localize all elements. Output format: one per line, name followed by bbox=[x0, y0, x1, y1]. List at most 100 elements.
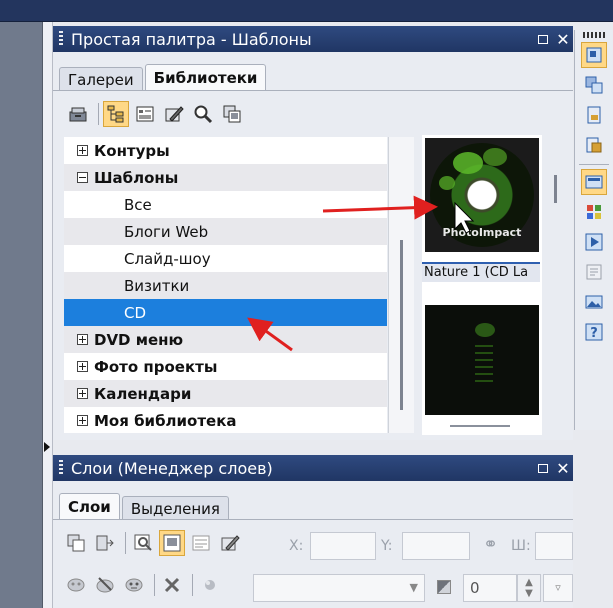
mask-icon[interactable] bbox=[63, 572, 89, 598]
tab-libraries[interactable]: Библиотеки bbox=[144, 64, 267, 91]
tree-scrollbar[interactable] bbox=[388, 137, 414, 433]
collapse-icon[interactable] bbox=[77, 172, 88, 183]
maximize-button[interactable] bbox=[533, 458, 553, 478]
expand-icon[interactable] bbox=[77, 145, 88, 156]
template-thumbnail-label[interactable]: Nature 1 (CD La bbox=[422, 262, 540, 282]
tab-layers[interactable]: Слои bbox=[59, 493, 120, 520]
expand-icon[interactable] bbox=[77, 388, 88, 399]
template-thumbnail[interactable]: PhotoImpact bbox=[425, 138, 539, 252]
tree-item-my-library[interactable]: Моя библиотека bbox=[64, 407, 387, 434]
cd-disc-image-2 bbox=[425, 305, 539, 415]
mask-view-icon[interactable] bbox=[121, 572, 147, 598]
search-icon[interactable] bbox=[190, 101, 216, 127]
expand-icon[interactable] bbox=[77, 361, 88, 372]
notes-icon[interactable] bbox=[581, 259, 607, 285]
blend-mode-select[interactable]: ▼ bbox=[253, 574, 425, 602]
tree-item-label: Моя библиотека bbox=[94, 411, 237, 430]
palette-toolbar bbox=[65, 101, 248, 127]
mask-edit-icon[interactable] bbox=[92, 572, 118, 598]
edit-icon[interactable] bbox=[161, 101, 187, 127]
layers-toolbar bbox=[63, 530, 246, 556]
tree-item-contours[interactable]: Контуры bbox=[64, 137, 387, 164]
tree-item-dvd-menu[interactable]: DVD меню bbox=[64, 326, 387, 353]
play-icon[interactable] bbox=[581, 229, 607, 255]
link-icon[interactable]: ⚭ bbox=[483, 534, 498, 555]
tree-item-photo-projects[interactable]: Фото проекты bbox=[64, 353, 387, 380]
zoom-layer-icon[interactable] bbox=[130, 530, 156, 556]
tree-item-label: Блоги Web bbox=[124, 222, 209, 241]
tree-scroll-thumb[interactable] bbox=[400, 240, 403, 410]
image-icon[interactable] bbox=[581, 289, 607, 315]
tree-item-label: Все bbox=[124, 195, 152, 214]
tree-item-slideshow[interactable]: Слайд-шоу bbox=[64, 245, 387, 272]
drag-grip-icon[interactable] bbox=[59, 31, 63, 47]
library-tree: Контуры Шаблоны Все Блоги Web Слайд-шоу … bbox=[64, 137, 387, 433]
merge-layer-icon[interactable] bbox=[92, 530, 118, 556]
dock-edge bbox=[43, 22, 53, 608]
layers-title-bar[interactable]: Слои (Менеджер слоев) ✕ bbox=[53, 455, 573, 481]
opacity-dropdown-button[interactable]: ▿ bbox=[543, 574, 573, 602]
close-button[interactable]: ✕ bbox=[553, 29, 573, 49]
close-button[interactable]: ✕ bbox=[553, 458, 573, 478]
tab-galleries[interactable]: Галереи bbox=[59, 67, 143, 91]
tree-item-label: Контуры bbox=[94, 141, 170, 160]
drag-grip-icon[interactable] bbox=[59, 460, 63, 476]
templates-icon[interactable] bbox=[581, 169, 607, 195]
w-label: Ш: bbox=[511, 538, 531, 554]
opacity-field[interactable]: 0 bbox=[463, 574, 517, 602]
maximize-button[interactable] bbox=[533, 29, 553, 49]
tree-item-label: Фото проекты bbox=[94, 357, 218, 376]
workspace-area bbox=[0, 22, 43, 608]
expand-icon[interactable] bbox=[77, 415, 88, 426]
palette-title-bar[interactable]: Простая палитра - Шаблоны ✕ bbox=[53, 26, 573, 52]
toolbar-grip-icon[interactable] bbox=[583, 32, 605, 38]
cd-disc-image: PhotoImpact bbox=[425, 138, 539, 252]
list-view-icon[interactable] bbox=[132, 101, 158, 127]
w-field[interactable] bbox=[535, 532, 573, 560]
template-thumbnail-2[interactable] bbox=[425, 305, 539, 415]
palette-grid-icon[interactable] bbox=[581, 199, 607, 225]
tree-item-business-cards[interactable]: Визитки bbox=[64, 272, 387, 299]
layers-icon[interactable] bbox=[581, 72, 607, 98]
tree-view-icon[interactable] bbox=[103, 101, 129, 127]
document-icon[interactable] bbox=[581, 102, 607, 128]
layers-toolbar-2 bbox=[63, 572, 226, 598]
thumbnail-view-icon[interactable] bbox=[159, 530, 185, 556]
layers-panel: Слои (Менеджер слоев) ✕ Слои Выделения X… bbox=[53, 455, 573, 608]
list-view-icon[interactable] bbox=[188, 530, 214, 556]
objects-icon[interactable] bbox=[581, 132, 607, 158]
tab-selections[interactable]: Выделения bbox=[121, 496, 229, 520]
blend-icon[interactable] bbox=[197, 572, 223, 598]
opacity-stepper[interactable]: ▲ ▼ bbox=[517, 574, 541, 602]
tree-item-cd[interactable]: CD bbox=[64, 299, 387, 326]
copy-icon[interactable] bbox=[219, 101, 245, 127]
tree-item-label: Визитки bbox=[124, 276, 190, 295]
easy-palette-icon[interactable] bbox=[581, 42, 607, 68]
layers-tabs: Слои Выделения bbox=[59, 493, 231, 520]
tree-item-templates[interactable]: Шаблоны bbox=[64, 164, 387, 191]
x-field[interactable] bbox=[310, 532, 376, 560]
expand-icon[interactable] bbox=[77, 334, 88, 345]
palette-tabs: Галереи Библиотеки bbox=[59, 64, 268, 91]
dock-arrow-icon[interactable] bbox=[44, 442, 50, 452]
tree-item-all[interactable]: Все bbox=[64, 191, 387, 218]
preview-scroll-thumb[interactable] bbox=[554, 175, 557, 203]
tree-item-label: Слайд-шоу bbox=[124, 249, 211, 268]
right-tool-bar: ? bbox=[574, 30, 613, 430]
library-icon[interactable] bbox=[65, 101, 91, 127]
help-icon[interactable]: ? bbox=[581, 319, 607, 345]
new-layer-icon[interactable] bbox=[63, 530, 89, 556]
tree-item-web-blogs[interactable]: Блоги Web bbox=[64, 218, 387, 245]
delete-icon[interactable] bbox=[159, 572, 185, 598]
tree-item-label: DVD меню bbox=[94, 330, 184, 349]
edit-layer-icon[interactable] bbox=[217, 530, 243, 556]
y-label: Y: bbox=[381, 538, 393, 554]
tree-item-label: CD bbox=[124, 303, 147, 322]
tree-item-label: Календари bbox=[94, 384, 192, 403]
template-preview-pane: PhotoImpact Nature 1 (CD La bbox=[422, 135, 557, 435]
layers-title: Слои (Менеджер слоев) bbox=[71, 458, 273, 478]
tree-item-calendars[interactable]: Календари bbox=[64, 380, 387, 407]
y-field[interactable] bbox=[402, 532, 470, 560]
svg-text:?: ? bbox=[590, 326, 598, 341]
chevron-down-icon: ▼ bbox=[409, 581, 418, 594]
